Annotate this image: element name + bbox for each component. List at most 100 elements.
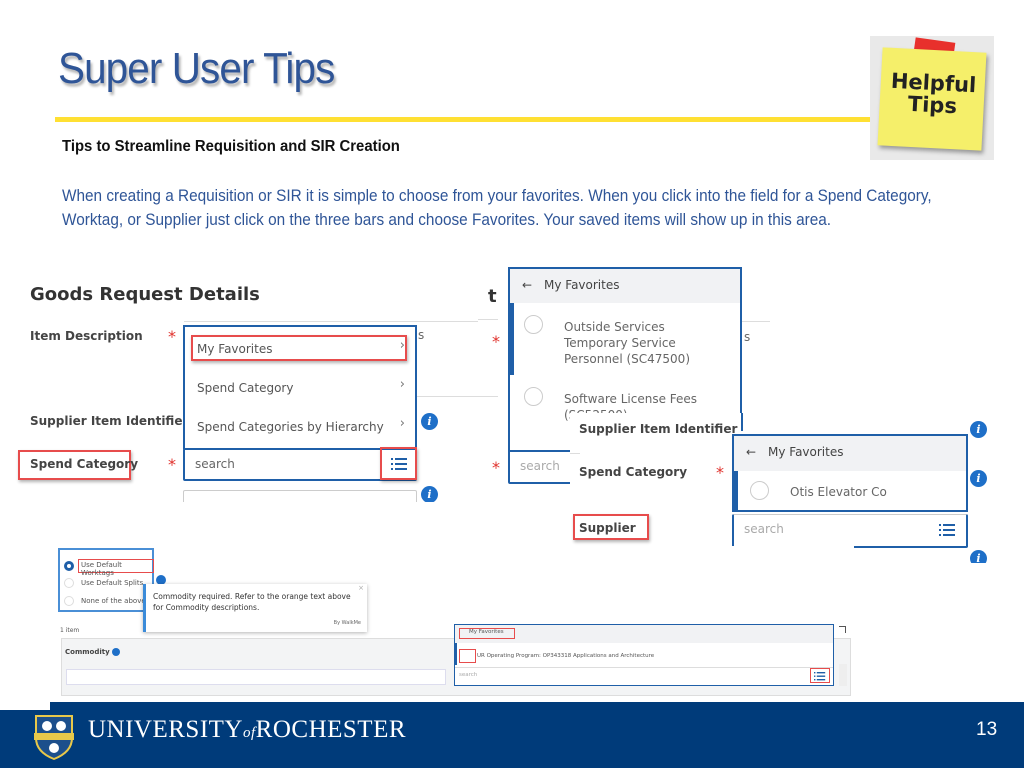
footer-notch — [0, 702, 50, 710]
info-icon[interactable]: i — [970, 421, 987, 438]
chevron-right-icon: › — [399, 416, 405, 431]
supplier-item-identifier-label: Supplier Item Identifier — [30, 414, 189, 428]
info-icon[interactable]: i — [970, 470, 987, 487]
option-use-default-worktags[interactable]: Use Default Worktags — [81, 561, 152, 577]
field-divider — [570, 453, 580, 454]
wordmark-rochester: ROCHESTER — [255, 716, 407, 743]
search-placeholder: search — [520, 459, 560, 473]
favorite-item-line: Software License Fees — [564, 392, 698, 406]
field-divider — [478, 319, 498, 320]
spend-category-prompt-menu: My Favorites › Spend Category › Spend Ca… — [183, 325, 417, 449]
slide-subtitle: Tips to Streamline Requisition and SIR C… — [62, 138, 400, 155]
commodity-input[interactable] — [66, 669, 446, 685]
screenshot-supplier-favorites: Supplier Item Identifier Spend Category … — [570, 413, 990, 563]
favorite-item-line: Temporary Service — [564, 336, 676, 350]
prompt-list-icon[interactable] — [814, 672, 826, 681]
my-favorites-header[interactable]: ← My Favorites — [510, 269, 740, 303]
clipped-field-text: s — [418, 328, 425, 342]
sticky-note-text: Helpful Tips — [887, 69, 979, 119]
chevron-right-icon: › — [399, 377, 405, 392]
scrollbar[interactable] — [839, 664, 847, 686]
info-icon[interactable]: i — [421, 486, 438, 502]
my-favorites-header[interactable]: ← My Favorites — [734, 436, 966, 471]
checkbox-highlight[interactable] — [459, 649, 476, 663]
favorite-radio[interactable] — [524, 387, 543, 406]
spend-category-label: Spend Category — [30, 457, 139, 471]
selection-indicator — [510, 303, 514, 375]
item-count: 1 item — [60, 627, 80, 634]
heading-fragment: t — [488, 286, 497, 307]
supplier-search-input[interactable]: search — [732, 514, 968, 548]
spend-category-label: Spend Category — [579, 465, 688, 479]
favorite-item[interactable]: Otis Elevator Co — [790, 484, 887, 500]
field-divider — [184, 321, 492, 322]
tooltip-close-icon[interactable]: × — [358, 584, 364, 592]
panel-edge — [741, 413, 743, 431]
commodity-header-label: Commodity — [65, 648, 110, 656]
item-description-label: Item Description — [30, 329, 143, 343]
wordmark-university: UNIVERSITY — [88, 716, 243, 743]
prompt-list-icon[interactable] — [391, 458, 407, 470]
info-icon[interactable]: i — [421, 413, 438, 430]
back-arrow-icon[interactable]: ← — [522, 278, 532, 292]
favorite-item[interactable]: Outside Services Temporary Service Perso… — [564, 319, 690, 367]
required-marker: * — [492, 332, 500, 351]
required-marker: * — [492, 458, 500, 477]
page-number: 13 — [976, 719, 998, 740]
option-none-of-the-above[interactable]: None of the above — [81, 597, 146, 605]
my-favorites-title: My Favorites — [469, 629, 504, 635]
commodity-column-header: Commodity — [65, 648, 121, 656]
info-icon[interactable] — [112, 648, 121, 656]
my-favorites-panel: ← My Favorites Otis Elevator Co — [732, 434, 968, 512]
search-placeholder: search — [459, 672, 478, 678]
favorite-item-line: Personnel (SC47500) — [564, 352, 690, 366]
commodity-favorites-panel: My Favorites UR Operating Program: OP343… — [454, 624, 834, 686]
slide-body-text: When creating a Requisition or SIR it is… — [62, 187, 932, 229]
university-crest-icon — [34, 715, 74, 760]
search-placeholder: search — [744, 522, 784, 536]
expand-icon[interactable] — [839, 626, 846, 633]
radio-unselected[interactable] — [64, 596, 74, 606]
option-use-default-splits[interactable]: Use Default Splits — [81, 579, 143, 587]
wordmark-of: of — [243, 725, 256, 741]
required-marker: * — [168, 455, 176, 474]
selection-indicator — [455, 643, 457, 665]
title-underline — [55, 117, 870, 122]
worktag-options: Use Default Worktags Use Default Splits … — [58, 548, 154, 612]
radio-selected[interactable] — [64, 561, 74, 571]
info-icon[interactable]: i — [970, 550, 987, 563]
back-arrow-icon[interactable]: ← — [746, 445, 756, 459]
menu-item-label: Spend Categories by Hierarchy — [197, 420, 384, 434]
menu-item-label: My Favorites — [197, 342, 273, 356]
favorite-item-line: Outside Services — [564, 320, 665, 334]
chevron-right-icon: › — [399, 338, 405, 353]
field-divider — [478, 396, 498, 397]
supplier-label: Supplier — [579, 521, 636, 535]
menu-item-my-favorites[interactable]: My Favorites — [197, 342, 407, 356]
selection-indicator — [734, 471, 738, 511]
field-divider — [740, 321, 770, 322]
university-wordmark: UNIVERSITYofROCHESTER — [88, 716, 406, 744]
favorites-search-input[interactable]: search — [455, 667, 833, 684]
search-placeholder: search — [195, 457, 235, 471]
menu-item-spend-categories-by-hierarchy[interactable]: Spend Categories by Hierarchy — [197, 420, 384, 434]
supplier-search-input[interactable] — [183, 490, 417, 502]
menu-item-spend-category[interactable]: Spend Category — [197, 381, 293, 395]
required-marker: * — [168, 327, 176, 346]
supplier-item-identifier-label: Supplier Item Identifier — [579, 422, 738, 436]
menu-item-label: Spend Category — [197, 381, 294, 395]
required-marker: * — [716, 463, 724, 482]
prompt-list-icon[interactable] — [939, 524, 955, 536]
my-favorites-title: My Favorites — [768, 445, 844, 459]
my-favorites-title: My Favorites — [544, 278, 620, 292]
favorite-radio[interactable] — [524, 315, 543, 334]
screenshot-spend-category-menu: Goods Request Details Item Description *… — [14, 270, 492, 502]
screenshot-worktag-favorites: Use Default Worktags Use Default Splits … — [52, 546, 854, 710]
favorite-item[interactable]: UR Operating Program: OP343318 Applicati… — [477, 653, 654, 659]
slide-title: Super User Tips — [58, 44, 335, 93]
clipped-field-text: s — [744, 330, 751, 344]
radio-unselected[interactable] — [64, 578, 74, 588]
walkme-tooltip: Commodity required. Refer to the orange … — [143, 584, 367, 632]
favorite-radio[interactable] — [750, 481, 769, 500]
tooltip-attribution: By WalkMe — [333, 620, 361, 626]
